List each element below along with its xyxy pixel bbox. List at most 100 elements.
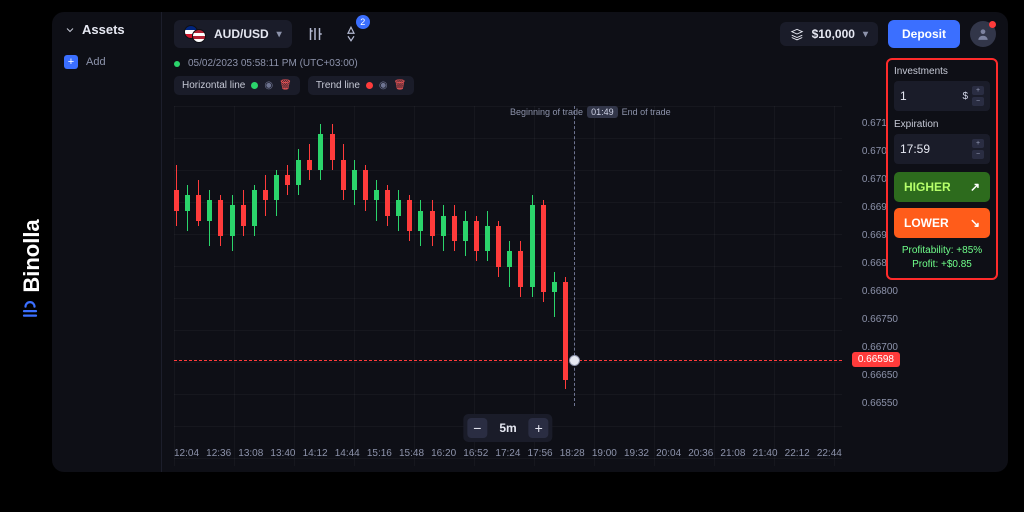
x-tick: 22:12	[785, 448, 810, 466]
pill-label: Horizontal line	[182, 80, 245, 91]
candle	[285, 165, 290, 196]
candle	[252, 185, 257, 236]
chart-timestamp: 05/02/2023 05:58:11 PM (UTC+03:00)	[188, 58, 358, 69]
candle	[274, 170, 279, 216]
topbar: AUD/USD ▾ 2 $10,000 ▾ Deposit	[162, 12, 1008, 56]
eye-icon[interactable]: ◉	[379, 80, 388, 91]
candle	[218, 195, 223, 246]
candle	[452, 205, 457, 251]
price-marker[interactable]	[569, 355, 580, 366]
pill-color-icon	[251, 82, 258, 89]
x-axis: 12:0412:3613:0813:4014:1214:4415:1615:48…	[174, 448, 842, 466]
avatar[interactable]	[970, 21, 996, 47]
sep-timer: 01:49	[587, 106, 618, 118]
y-tick: 0.66550	[862, 399, 898, 409]
x-tick: 13:40	[270, 448, 295, 466]
timeframe-minus-button[interactable]: −	[467, 418, 487, 438]
drawing-pill[interactable]: Trend line ◉ 🗑	[308, 76, 415, 95]
investments-label: Investments	[894, 66, 990, 77]
plus-icon: +	[64, 55, 78, 69]
candle	[507, 241, 512, 287]
indicators-button[interactable]	[302, 21, 328, 47]
candle	[552, 272, 557, 318]
brand: Binolla	[19, 219, 45, 318]
chart[interactable]: 05/02/2023 05:58:11 PM (UTC+03:00) Horiz…	[162, 56, 882, 472]
trash-icon[interactable]: 🗑	[394, 80, 407, 91]
x-tick: 17:56	[528, 448, 553, 466]
candle	[485, 211, 490, 262]
eye-icon[interactable]: ◉	[264, 80, 273, 91]
candle	[174, 165, 179, 226]
candle	[418, 200, 423, 246]
arrow-down-right-icon: ↘	[970, 216, 980, 230]
x-tick: 19:00	[592, 448, 617, 466]
drawings-button[interactable]: 2	[338, 21, 364, 47]
pair-label: AUD/USD	[214, 27, 269, 41]
timeframe-selector[interactable]: − 5m +	[463, 414, 552, 442]
investments-stepper[interactable]: +−	[972, 85, 984, 107]
app-window: Assets + Add AUD/USD ▾ 2	[52, 12, 1008, 472]
investments-field[interactable]: $ +−	[894, 81, 990, 111]
logo-icon	[19, 301, 45, 319]
balance-selector[interactable]: $10,000 ▾	[780, 22, 878, 46]
x-tick: 13:08	[238, 448, 263, 466]
y-tick: 0.66650	[862, 371, 898, 381]
arrow-up-right-icon: ↗	[970, 180, 980, 194]
x-tick: 15:48	[399, 448, 424, 466]
timeframe-plus-button[interactable]: +	[529, 418, 549, 438]
candle	[518, 241, 523, 297]
expiration-field[interactable]: +−	[894, 134, 990, 164]
sidebar: Assets + Add	[52, 12, 162, 472]
y-tick: 0.66700	[862, 343, 898, 353]
candle	[230, 195, 235, 251]
sidebar-add-button[interactable]: + Add	[52, 47, 161, 77]
x-tick: 18:28	[560, 448, 585, 466]
candle	[296, 149, 301, 195]
x-tick: 22:44	[817, 448, 842, 466]
x-tick: 17:24	[495, 448, 520, 466]
deposit-button[interactable]: Deposit	[888, 20, 960, 48]
x-tick: 15:16	[367, 448, 392, 466]
higher-button[interactable]: HIGHER ↗	[894, 172, 990, 202]
currency-symbol: $	[962, 91, 968, 102]
candle	[263, 175, 268, 216]
pair-flags-icon	[184, 25, 206, 43]
expiration-input[interactable]	[900, 142, 972, 156]
y-tick: 0.66750	[862, 315, 898, 325]
sidebar-header[interactable]: Assets	[52, 12, 161, 47]
x-tick: 12:04	[174, 448, 199, 466]
trade-panel: Investments $ +− Expiration +− HIGHER ↗ …	[886, 58, 998, 280]
x-tick: 19:32	[624, 448, 649, 466]
trash-icon[interactable]: 🗑	[279, 80, 292, 91]
expiration-stepper[interactable]: +−	[972, 138, 984, 160]
candle	[496, 221, 501, 277]
sidebar-add-label: Add	[86, 56, 106, 68]
lower-button[interactable]: LOWER ↘	[894, 208, 990, 238]
drawing-pill[interactable]: Horizontal line ◉ 🗑	[174, 76, 300, 95]
x-tick: 16:20	[431, 448, 456, 466]
timeframe-label: 5m	[499, 421, 516, 435]
candle	[318, 124, 323, 180]
chevron-down-icon: ▾	[863, 29, 868, 40]
candle	[530, 195, 535, 297]
candle	[352, 160, 357, 206]
balance-value: $10,000	[812, 27, 855, 41]
pair-selector[interactable]: AUD/USD ▾	[174, 20, 292, 48]
investments-input[interactable]	[900, 89, 962, 103]
x-tick: 20:04	[656, 448, 681, 466]
candle	[185, 185, 190, 231]
sep-right: End of trade	[622, 107, 671, 117]
candle	[441, 205, 446, 251]
candle	[541, 200, 546, 302]
profit-text: Profit: +$0.85	[894, 258, 990, 272]
sidebar-title: Assets	[82, 22, 125, 37]
y-tick: 0.66800	[862, 287, 898, 297]
candle	[363, 165, 368, 211]
plot-area[interactable]: Beginning of trade 01:49 End of trade 0.…	[174, 106, 842, 466]
stack-icon	[790, 27, 804, 41]
candles	[174, 124, 842, 404]
higher-label: HIGHER	[904, 180, 951, 194]
sep-left: Beginning of trade	[510, 107, 583, 117]
x-tick: 14:12	[303, 448, 328, 466]
price-tag: 0.66598	[852, 352, 900, 367]
